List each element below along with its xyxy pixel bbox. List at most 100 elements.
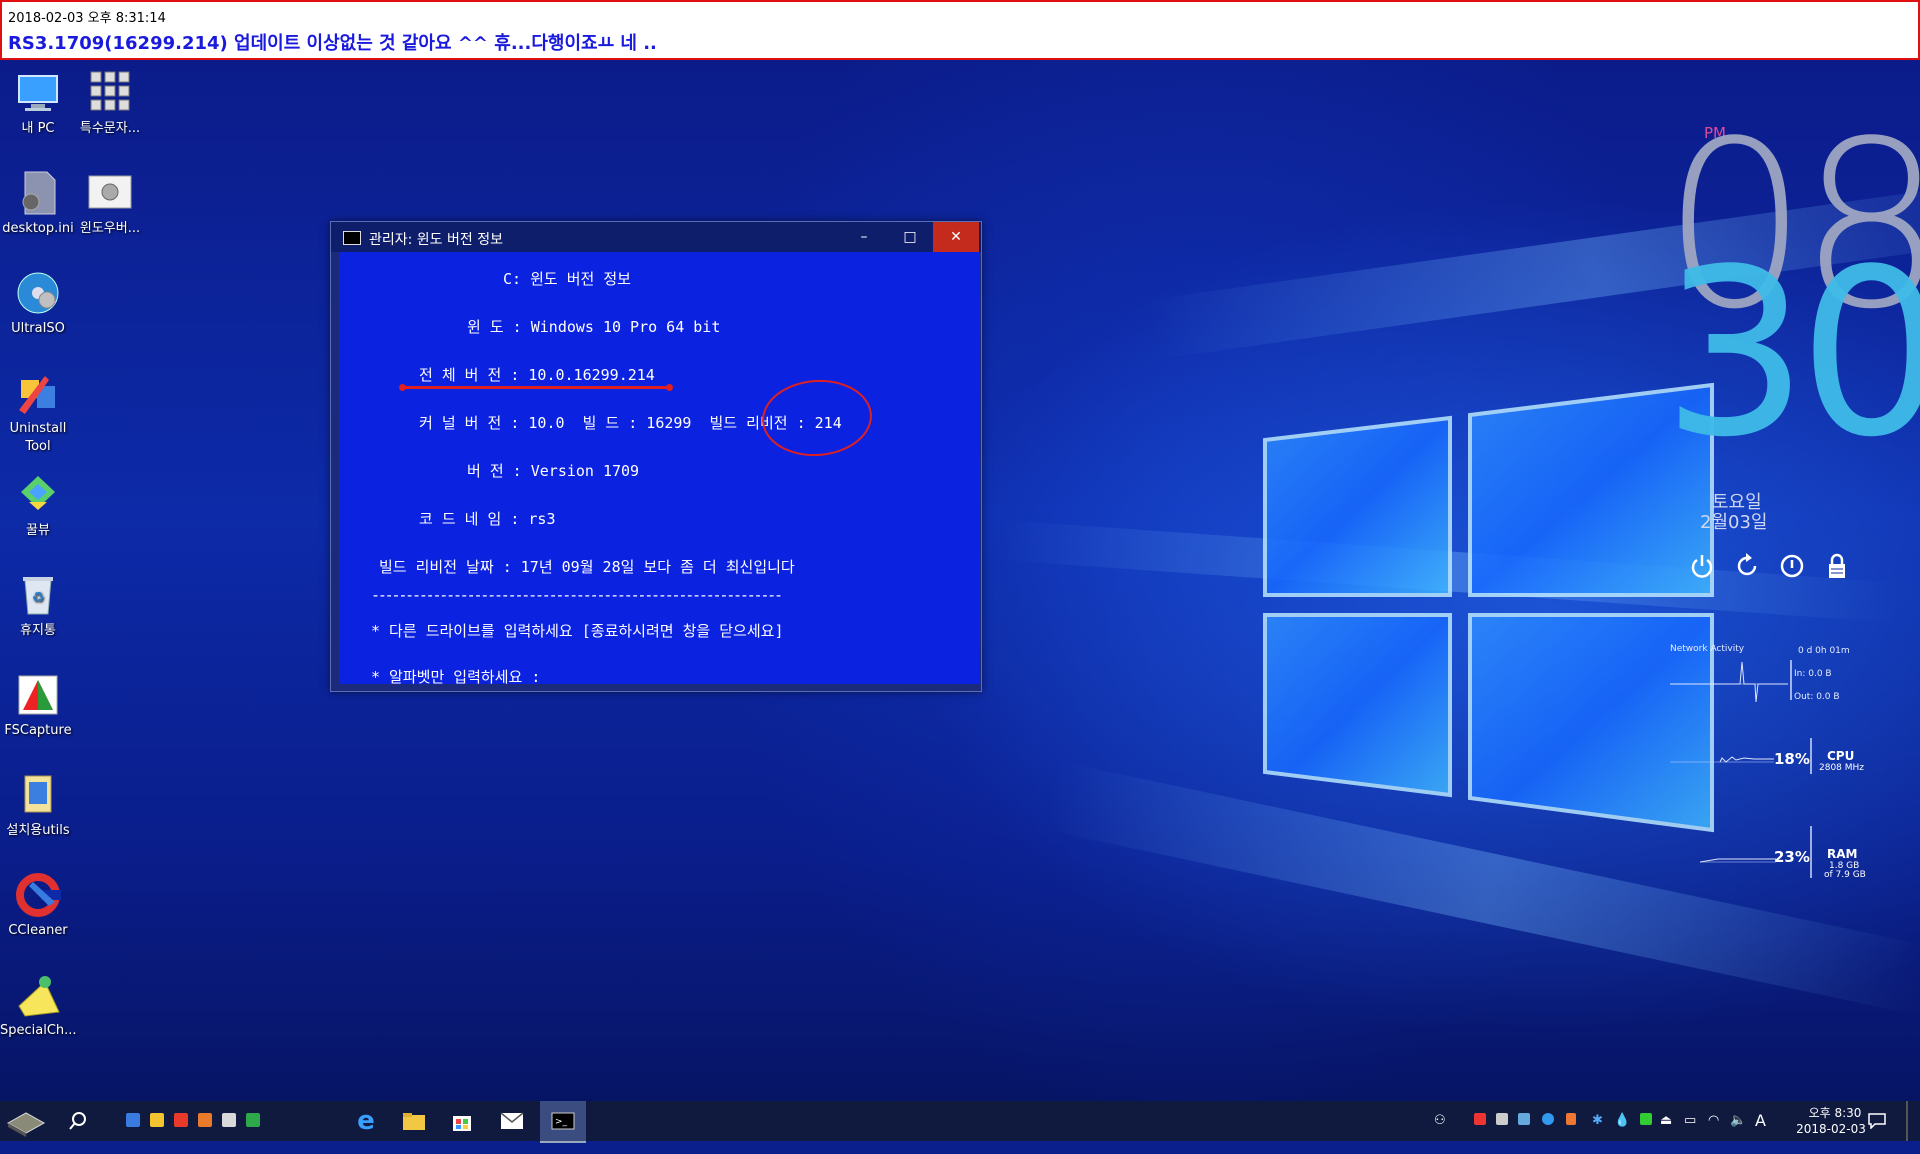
close-button[interactable]: ✕	[933, 222, 979, 252]
cmd-taskbar-button[interactable]: >_	[540, 1101, 586, 1143]
gear-window-icon	[87, 170, 133, 216]
desktop-icon-label: FSCapture	[4, 723, 72, 738]
desktop-icon-recycle-bin[interactable]: ♻ 휴지통	[0, 572, 76, 640]
droplet-icon[interactable]: 💧	[1614, 1113, 1630, 1128]
tray-app-icon[interactable]	[1496, 1113, 1508, 1125]
taskbar: e >_ ⚇ ✱ 💧 ⏏ ▭ ◠ 🔈 A 오후 8:30 2018-02-03	[0, 1101, 1920, 1143]
taskbar-clock-time[interactable]: 오후 8:30	[1790, 1104, 1880, 1121]
grid-icon	[87, 70, 133, 116]
desktop-icon-ccleaner[interactable]: CCleaner	[0, 872, 76, 940]
edge-browser-icon[interactable]: e	[346, 1101, 386, 1141]
utils-icon	[15, 772, 61, 818]
settings-file-icon	[15, 170, 61, 216]
console-prompt: * 알파벳만 입력하세요 :	[371, 668, 541, 684]
network-graph	[1670, 661, 1788, 703]
bluetooth-icon[interactable]: ✱	[1592, 1113, 1603, 1128]
usb-icon[interactable]: ⏏	[1660, 1113, 1672, 1128]
desktop-icon-label: 내 PC	[21, 121, 55, 136]
red-underline-annotation	[399, 384, 673, 391]
desktop-icon-label: desktop.ini	[2, 221, 74, 236]
divider	[1810, 826, 1812, 878]
cpu-percent: 18%	[1774, 750, 1810, 768]
desktop-icon-install-utils[interactable]: 설치용utils	[0, 772, 76, 840]
network-uptime: 0 d 0h 01m	[1798, 646, 1850, 656]
network-title: Network Activity	[1670, 644, 1745, 654]
banner-datetime: 2018-02-03 오후 8:31:14	[8, 11, 166, 26]
specialchar-icon	[15, 972, 61, 1018]
console-line: * 다른 드라이브를 입력하세요 [종료하시려면 창을 닫으세요]	[371, 622, 784, 640]
volume-icon[interactable]: 🔈	[1730, 1113, 1746, 1128]
cmd-console-output[interactable]: C: 윈도 버전 정보 윈 도 : Windows 10 Pro 64 bit …	[339, 252, 980, 684]
ram-total: of 7.9 GB	[1824, 870, 1866, 880]
desktop-icon-uninstall-tool[interactable]: Uninstall Tool	[0, 370, 76, 456]
quicklaunch-app-icon[interactable]	[126, 1113, 140, 1127]
network-in: In: 0.0 B	[1794, 669, 1832, 679]
desktop-icon-label: CCleaner	[8, 923, 68, 938]
desktop-icon-special-chars[interactable]: 특수문자...	[72, 70, 148, 138]
tray-app-icon[interactable]	[1474, 1113, 1486, 1125]
store-icon[interactable]	[442, 1101, 482, 1141]
desktop-icon-label: 설치용utils	[6, 823, 70, 838]
desktop-icon-honeyview[interactable]: 꿀뷰	[0, 472, 76, 540]
quicklaunch-app-icon[interactable]	[198, 1113, 212, 1127]
desktop-icon-windows-version[interactable]: 윈도우버...	[72, 170, 148, 238]
desktop-icon-label: 윈도우버...	[79, 221, 141, 236]
desktop-icon-label: 휴지통	[20, 623, 56, 638]
quicklaunch-app-icon[interactable]	[150, 1113, 164, 1127]
uninstall-icon	[15, 370, 61, 416]
tray-app-icon[interactable]	[1542, 1113, 1554, 1125]
ram-graph	[1700, 858, 1776, 863]
input-indicator[interactable]: A	[1755, 1111, 1766, 1130]
computer-icon	[15, 70, 61, 116]
search-icon[interactable]	[60, 1101, 96, 1141]
desktop-icon-label: 특수문자...	[79, 121, 141, 136]
battery-icon[interactable]: ▭	[1684, 1113, 1696, 1128]
console-line: 코 드 네 임 : rs3	[419, 510, 556, 528]
power-icon[interactable]	[1688, 552, 1716, 580]
cpu-freq: 2808 MHz	[1819, 763, 1865, 773]
minimize-button[interactable]: –	[841, 222, 887, 252]
windows-logo-wallpaper	[1263, 382, 1714, 833]
mail-icon[interactable]	[490, 1101, 534, 1141]
notification-icon[interactable]	[1868, 1113, 1886, 1133]
desktop-icon-ultraiso[interactable]: UltraISO	[0, 270, 76, 338]
divider	[1790, 660, 1792, 700]
maximize-button[interactable]: □	[887, 222, 933, 252]
show-desktop-button[interactable]	[1906, 1101, 1908, 1141]
cpu-label: CPU	[1827, 749, 1855, 763]
recycle-bin-icon: ♻	[15, 572, 61, 618]
divider	[1810, 738, 1812, 774]
fscapture-icon	[15, 672, 61, 718]
cmd-icon	[343, 231, 361, 245]
desktop-icon-fscapture[interactable]: FSCapture	[0, 672, 76, 740]
annotation-banner: 2018-02-03 오후 8:31:14 RS3.1709(16299.214…	[0, 0, 1920, 60]
ram-label: RAM	[1827, 847, 1858, 861]
people-icon[interactable]: ⚇	[1434, 1113, 1446, 1128]
shutdown-icon[interactable]	[1778, 552, 1806, 580]
tray-app-icon[interactable]	[1566, 1113, 1576, 1125]
cmd-titlebar[interactable]: 관리자: 윈도 버전 정보 – □ ✕	[331, 222, 981, 252]
desktop-icon-label: Uninstall Tool	[9, 421, 67, 454]
ram-percent: 23%	[1774, 848, 1810, 866]
file-explorer-icon[interactable]	[394, 1101, 434, 1141]
quicklaunch-app-icon[interactable]	[222, 1113, 236, 1127]
desktop-icon-specialchar[interactable]: SpecialCh...	[0, 972, 77, 1040]
lock-icon[interactable]	[1823, 552, 1851, 580]
tray-app-icon[interactable]	[1640, 1113, 1652, 1125]
desktop-icon-desktop-ini[interactable]: desktop.ini	[0, 170, 76, 238]
quicklaunch-app-icon[interactable]	[174, 1113, 188, 1127]
tray-app-icon[interactable]	[1518, 1113, 1530, 1125]
cmd-window[interactable]: 관리자: 윈도 버전 정보 – □ ✕ C: 윈도 버전 정보 윈 도 : Wi…	[330, 221, 982, 692]
wifi-icon[interactable]: ◠	[1708, 1113, 1719, 1128]
console-line: 전 체 버 전 : 10.0.16299.214	[419, 366, 655, 384]
start-button[interactable]	[0, 1101, 52, 1141]
clock-date: 2월03일	[1700, 512, 1768, 533]
svg-text:♻: ♻	[32, 590, 45, 606]
clock-minute: 30	[1662, 221, 1920, 488]
quicklaunch-app-icon[interactable]	[246, 1113, 260, 1127]
console-line: 빌드 리비전 날짜 : 17년 09월 28일 보다 좀 더 최신입니다	[379, 558, 795, 576]
desktop-icon-label: UltraISO	[11, 321, 65, 336]
desktop-icon-my-pc[interactable]: 내 PC	[0, 70, 76, 138]
restart-icon[interactable]	[1733, 552, 1761, 580]
console-line: 버 전 : Version 1709	[467, 462, 640, 480]
